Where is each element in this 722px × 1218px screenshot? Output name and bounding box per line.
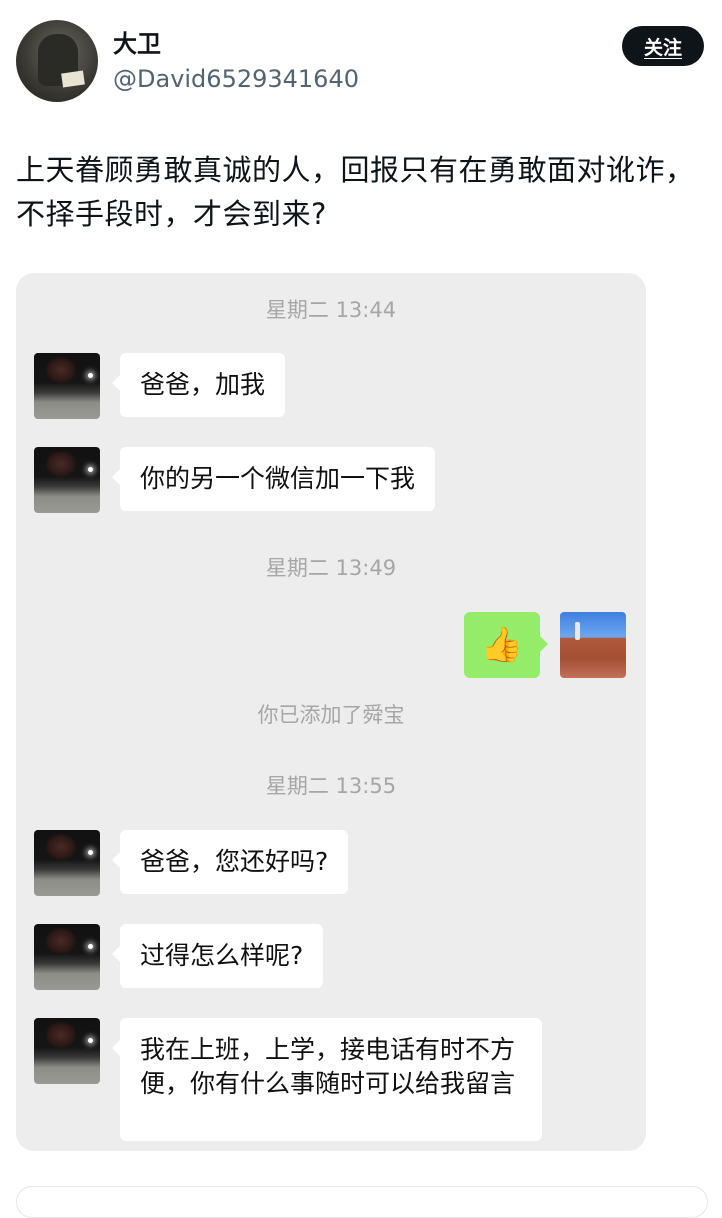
received-message: 爸爸，您还好吗? <box>111 830 349 894</box>
avatar-lamp <box>88 850 93 855</box>
avatar-tree <box>46 357 76 383</box>
avatar-lamp <box>88 944 93 949</box>
chat-timestamp: 星期二 13:44 <box>265 298 397 322</box>
chat-timestamp: 星期二 13:49 <box>265 556 397 580</box>
thumbs-up-icon: 👍 <box>480 625 524 665</box>
avatar-tree <box>46 928 76 954</box>
user-handle[interactable]: @David6529341640 <box>113 63 359 95</box>
sent-message: 👍 <box>464 612 548 678</box>
contact-avatar <box>34 924 100 990</box>
avatar-tree <box>46 1022 76 1048</box>
received-message: 你的另一个微信加一下我 <box>111 447 436 511</box>
profile-avatar[interactable] <box>16 20 98 102</box>
next-card-edge <box>16 1186 708 1218</box>
chat-timestamp: 星期二 13:55 <box>265 774 397 798</box>
avatar-lamp <box>88 373 93 378</box>
avatar-tree <box>46 451 76 477</box>
received-message: 过得怎么样呢? <box>111 924 324 988</box>
contact-avatar <box>34 1018 100 1084</box>
contact-avatar <box>34 447 100 513</box>
post-text: 上天眷顾勇敢真诚的人，回报只有在勇敢面对讹诈，不择手段时，才会到来? <box>16 153 695 231</box>
display-name[interactable]: 大卫 <box>113 28 161 60</box>
follow-button[interactable]: 关注 <box>622 26 704 66</box>
avatar-sign <box>61 70 85 88</box>
contact-avatar <box>34 830 100 896</box>
avatar-lamp <box>88 1038 93 1043</box>
avatar-tree <box>46 834 76 860</box>
self-avatar <box>560 612 626 678</box>
avatar-person <box>575 622 580 640</box>
avatar-lamp <box>88 467 93 472</box>
contact-avatar <box>34 353 100 419</box>
system-note: 你已添加了舜宝 <box>257 703 405 727</box>
chat-screenshot-card[interactable]: 星期二 13:44 爸爸，加我 你的另一个微信加一下我 星期二 13:49 👍 … <box>16 273 646 1151</box>
received-message: 我在上班，上学，接电话有时不方便，你有什么事随时可以给我留言 <box>112 1018 542 1141</box>
received-message: 爸爸，加我 <box>111 353 286 417</box>
